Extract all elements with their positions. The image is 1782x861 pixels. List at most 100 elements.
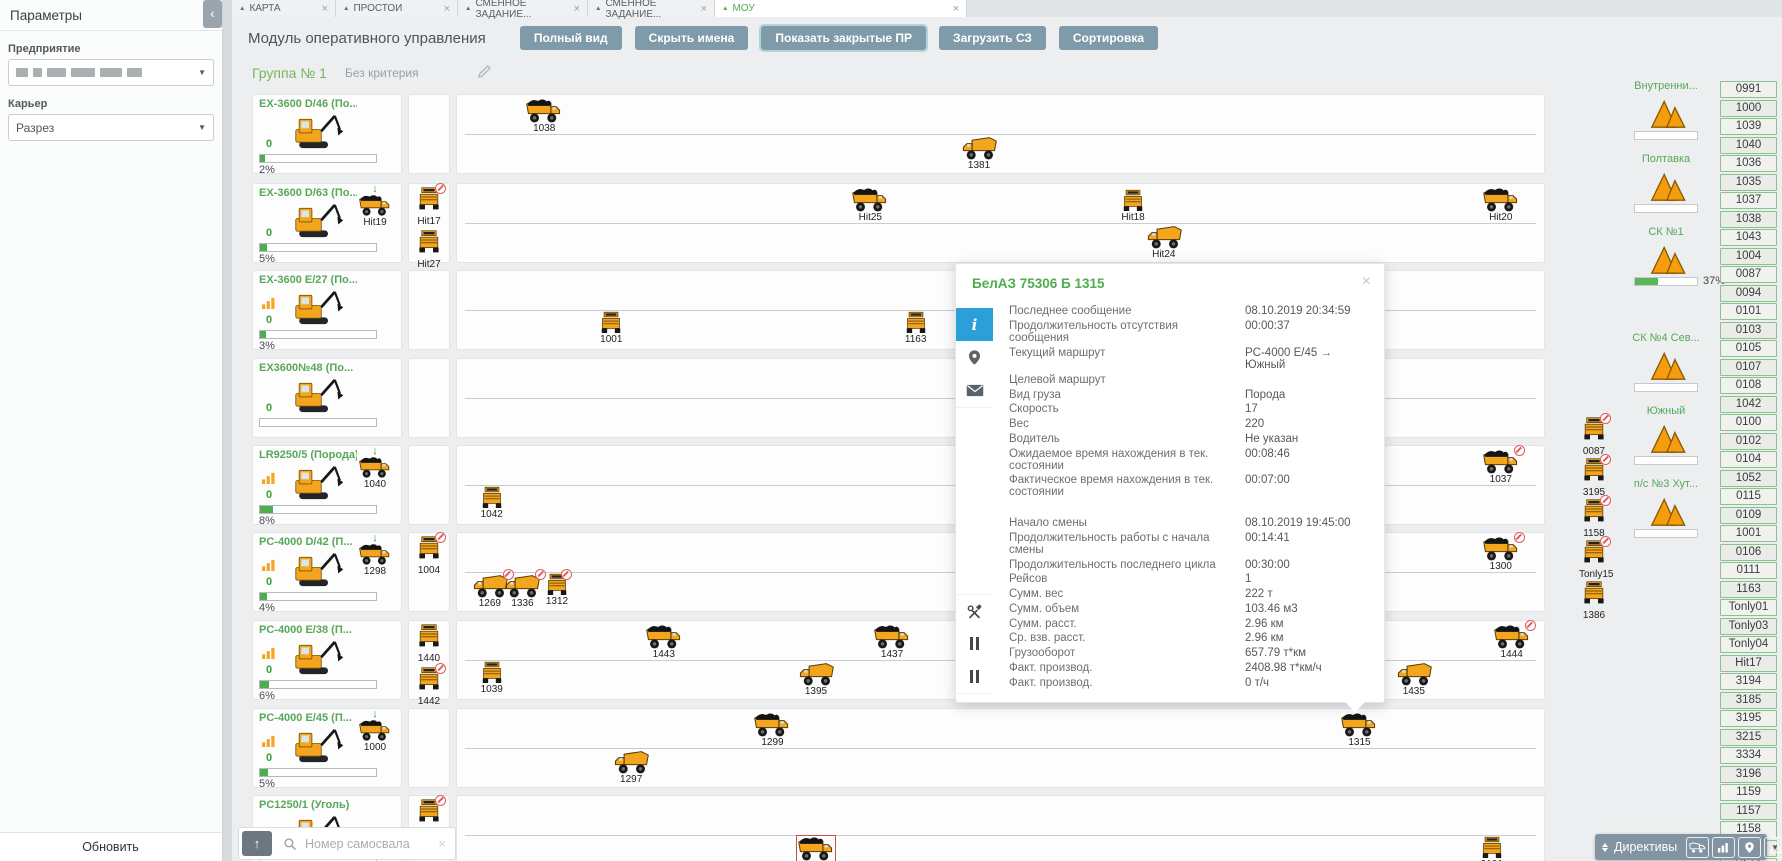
roster-item[interactable]: 3215 <box>1720 728 1777 746</box>
lane-truck[interactable]: 1299 <box>750 712 794 748</box>
roster-item[interactable]: 1039 <box>1720 118 1777 135</box>
parked-truck[interactable]: 1158 <box>1579 495 1611 541</box>
truck-at-shovel[interactable]: ↓ 1298 <box>352 533 398 577</box>
dump-site[interactable]: Южный <box>1614 405 1718 465</box>
parked-truck[interactable]: 3195 <box>1579 454 1611 500</box>
queue-truck[interactable]: 1004 <box>414 532 446 578</box>
lane-truck[interactable]: Hit18 <box>1120 189 1146 223</box>
pause-button-1[interactable] <box>956 627 993 661</box>
parked-truck[interactable]: Tonly15 <box>1579 536 1613 582</box>
clear-icon[interactable]: × <box>438 836 446 851</box>
shovel-card[interactable]: EX-3600 D/46 (По... 0 2% <box>252 94 402 176</box>
lane-truck[interactable]: 1315 <box>1337 712 1381 748</box>
close-icon[interactable]: × <box>693 3 707 15</box>
roster-item[interactable]: 0991 <box>1720 81 1777 98</box>
tab-service[interactable] <box>956 594 993 629</box>
roster-item[interactable]: Tonly03 <box>1720 617 1777 635</box>
roster-item[interactable]: 1037 <box>1720 192 1777 209</box>
roster-item[interactable]: 0101 <box>1720 303 1777 320</box>
roster-item[interactable]: 0105 <box>1720 340 1777 357</box>
scroll-top-button[interactable]: ↑ <box>242 831 272 856</box>
pause-button-2[interactable] <box>956 660 993 694</box>
stats-button[interactable] <box>1712 836 1736 858</box>
roster-item[interactable]: 0104 <box>1720 451 1777 468</box>
toolbar-button[interactable]: Сортировка <box>1058 26 1159 50</box>
dump-site[interactable]: СК №1 37% <box>1614 226 1725 287</box>
roster-item[interactable]: 0102 <box>1720 432 1777 450</box>
tab-сменное-задание-[interactable]: ▲ СМЕННОЕ ЗАДАНИЕ... × <box>588 0 715 20</box>
queue-truck[interactable]: Hit27 <box>414 230 444 272</box>
parked-truck[interactable]: 1386 <box>1579 581 1609 623</box>
quarry-select[interactable]: Разрез ▼ <box>8 114 214 141</box>
truck-at-shovel[interactable]: ↓ Hit19 <box>352 184 398 228</box>
parked-truck[interactable]: 0087 <box>1579 413 1611 459</box>
shovel-card[interactable]: LR9250/5 (Порода) 0 8% ↓ 1040 <box>252 445 402 527</box>
lane-truck[interactable]: 1443 <box>642 624 686 660</box>
lane-truck[interactable]: Hit24 <box>1142 224 1186 260</box>
roster-item[interactable]: 0106 <box>1720 543 1777 561</box>
lane-truck[interactable]: 1381 <box>957 135 1001 171</box>
roster-item[interactable]: 1001 <box>1720 525 1777 542</box>
roster-item[interactable]: 1042 <box>1720 395 1777 413</box>
truck-at-shovel[interactable]: ↓ 1040 <box>352 446 398 490</box>
roster-item[interactable]: Tonly04 <box>1720 636 1777 653</box>
roster-item[interactable]: 0103 <box>1720 321 1777 339</box>
close-icon[interactable]: × <box>1362 273 1371 291</box>
shovel-card[interactable]: PC-4000 E/45 (П... 0 5% ↓ 1000 <box>252 708 402 790</box>
lane-truck[interactable]: 1300 <box>1479 532 1525 572</box>
map-button[interactable] <box>1738 836 1762 858</box>
roster-item[interactable]: 0100 <box>1720 414 1777 431</box>
lane-truck[interactable]: Hit20 <box>1479 187 1523 223</box>
roster-item[interactable]: 1163 <box>1720 580 1777 598</box>
shovel-card[interactable]: EX-3600 E/27 (По... 0 3% <box>252 270 402 352</box>
shovel-card[interactable]: PC-4000 D/42 (П... 0 4% ↓ 1298 <box>252 532 402 614</box>
lane-truck[interactable]: 1312 <box>544 569 572 607</box>
sort-arrows-icon[interactable] <box>1602 842 1608 852</box>
roster-item[interactable]: 0094 <box>1720 284 1777 302</box>
tab-простои[interactable]: ▲ ПРОСТОИ × <box>336 0 458 17</box>
roster-item[interactable]: 3195 <box>1720 710 1777 727</box>
tab-messages[interactable] <box>956 374 993 408</box>
roster-item[interactable]: 0087 <box>1720 266 1777 283</box>
lane-truck[interactable]: 1163 <box>903 311 929 345</box>
roster-item[interactable]: 1157 <box>1720 802 1777 820</box>
lane-truck[interactable]: 1001 <box>598 311 624 345</box>
lane-truck[interactable]: 1297 <box>609 749 653 785</box>
enterprise-select[interactable]: ▼ <box>8 59 214 86</box>
dump-site[interactable]: Внутренни... <box>1614 80 1718 140</box>
roster-item[interactable]: 1004 <box>1720 247 1777 265</box>
roster-item[interactable]: 1036 <box>1720 155 1777 172</box>
queue-truck[interactable]: Hit17 <box>414 183 446 229</box>
roster-item[interactable]: 0115 <box>1720 488 1777 505</box>
roster-item[interactable]: 0107 <box>1720 358 1777 376</box>
lane-truck[interactable]: 0101 <box>1479 836 1505 861</box>
close-icon[interactable]: × <box>945 3 959 15</box>
close-icon[interactable]: × <box>436 3 450 15</box>
tab-info[interactable]: i <box>956 308 993 341</box>
lane-truck[interactable]: 1437 <box>870 624 914 660</box>
dump-site[interactable]: Полтавка <box>1614 153 1718 213</box>
shovel-card[interactable]: PC-4000 E/38 (П... 0 6% <box>252 620 402 702</box>
roster-item[interactable]: 0111 <box>1720 562 1777 579</box>
tab-моу[interactable]: ▲ МОУ × <box>715 0 967 17</box>
roster-item[interactable]: 3194 <box>1720 673 1777 690</box>
roster-item[interactable]: 1000 <box>1720 99 1777 117</box>
queue-truck[interactable]: 1442 <box>414 663 446 709</box>
roster-item[interactable]: 0108 <box>1720 377 1777 394</box>
edit-pencil-icon[interactable] <box>477 62 493 83</box>
lane-truck[interactable]: 1038 <box>522 98 566 134</box>
search-input[interactable] <box>303 835 439 852</box>
roster-item[interactable]: 3185 <box>1720 691 1777 709</box>
sidebar-collapse-button[interactable]: ‹ <box>203 0 222 28</box>
directives-button[interactable]: Директивы <box>1614 840 1677 854</box>
roster-item[interactable]: 1035 <box>1720 173 1777 191</box>
roster-item[interactable]: 1040 <box>1720 136 1777 154</box>
toolbar-button[interactable]: Полный вид <box>519 26 622 50</box>
lane-truck[interactable]: 1444 <box>1490 620 1536 660</box>
tab-сменное-задание-[interactable]: ▲ СМЕННОЕ ЗАДАНИЕ... × <box>458 0 588 20</box>
queue-truck[interactable] <box>414 795 446 823</box>
lane-truck[interactable]: 1039 <box>479 661 505 695</box>
lane-truck[interactable]: 1336 <box>500 569 547 609</box>
lane-truck[interactable]: 1042 <box>479 486 505 520</box>
lane-truck[interactable]: 1435 <box>1392 661 1436 697</box>
